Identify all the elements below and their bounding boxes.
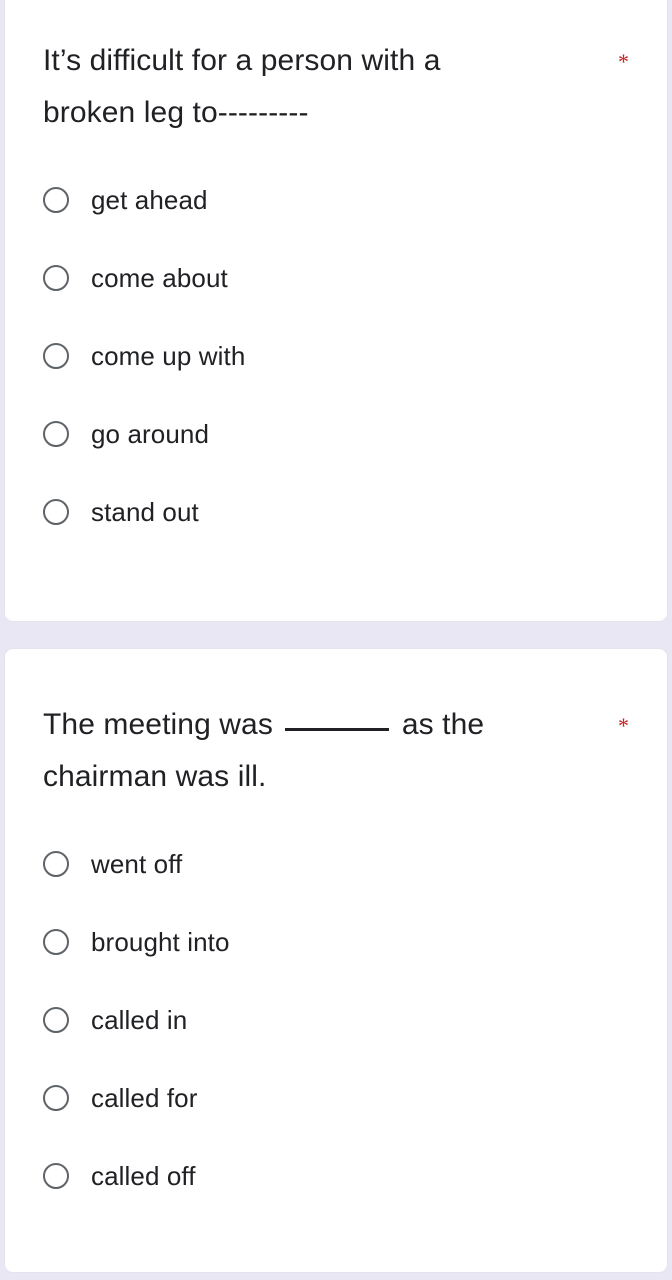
radio-button-icon[interactable] <box>43 1085 69 1111</box>
radio-button-icon[interactable] <box>43 187 69 213</box>
option-label: get ahead <box>91 185 208 215</box>
radio-button-icon[interactable] <box>43 421 69 447</box>
option-label: brought into <box>91 927 230 957</box>
question-1-title-line-1: It’s difficult for a person with a <box>43 44 441 77</box>
option-label: called in <box>91 1005 188 1035</box>
question-1-title-line-2: broken leg to--------- <box>43 96 309 129</box>
option-row[interactable]: called off <box>43 1137 629 1215</box>
question-1-required-marker: * <box>618 49 629 74</box>
option-row[interactable]: stand out <box>43 473 629 551</box>
option-label: called off <box>91 1161 196 1191</box>
question-2-header: The meeting was as the chairman was ill. … <box>43 699 629 803</box>
radio-button-icon[interactable] <box>43 499 69 525</box>
question-2-title-before-blank: The meeting was <box>43 708 282 741</box>
option-label: come up with <box>91 341 246 371</box>
question-card-2: The meeting was as the chairman was ill. … <box>4 648 668 1273</box>
question-2-blank-underline <box>285 728 390 731</box>
option-row[interactable]: come about <box>43 239 629 317</box>
option-row[interactable]: called for <box>43 1059 629 1137</box>
question-2-required-marker: * <box>618 713 629 738</box>
option-row[interactable]: called in <box>43 981 629 1059</box>
question-2-title: The meeting was as the chairman was ill. <box>43 699 484 803</box>
question-1-title: It’s difficult for a person with a broken… <box>43 35 441 139</box>
question-2-title-line-2: chairman was ill. <box>43 760 267 793</box>
option-label: called for <box>91 1083 198 1113</box>
radio-button-icon[interactable] <box>43 265 69 291</box>
radio-button-icon[interactable] <box>43 929 69 955</box>
radio-button-icon[interactable] <box>43 1163 69 1189</box>
radio-button-icon[interactable] <box>43 851 69 877</box>
option-row[interactable]: brought into <box>43 903 629 981</box>
option-label: come about <box>91 263 228 293</box>
question-1-options: get ahead come about come up with go aro… <box>43 161 629 551</box>
option-label: went off <box>91 849 183 879</box>
option-label: go around <box>91 419 210 449</box>
option-row[interactable]: come up with <box>43 317 629 395</box>
question-card-1: It’s difficult for a person with a broken… <box>4 0 668 622</box>
question-2-options: went off brought into called in called f… <box>43 825 629 1215</box>
question-2-title-after-blank: as the <box>393 708 485 741</box>
question-card-2-inner: The meeting was as the chairman was ill. … <box>5 649 667 1215</box>
option-label: stand out <box>91 497 199 527</box>
question-1-header: It’s difficult for a person with a broken… <box>43 35 629 139</box>
option-row[interactable]: get ahead <box>43 161 629 239</box>
question-card-1-inner: It’s difficult for a person with a broken… <box>5 0 667 551</box>
radio-button-icon[interactable] <box>43 1007 69 1033</box>
option-row[interactable]: went off <box>43 825 629 903</box>
radio-button-icon[interactable] <box>43 343 69 369</box>
option-row[interactable]: go around <box>43 395 629 473</box>
